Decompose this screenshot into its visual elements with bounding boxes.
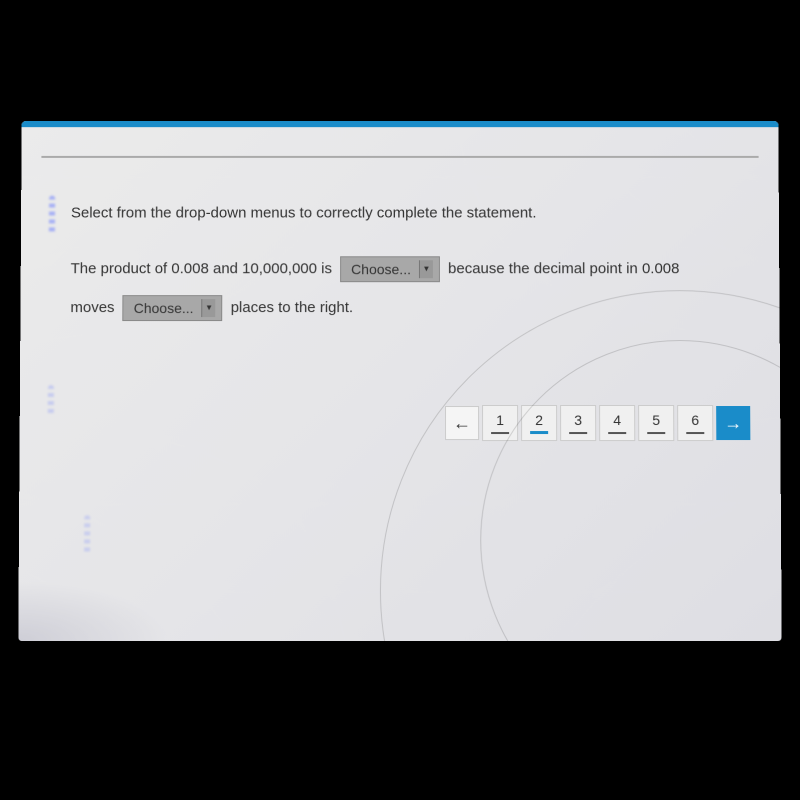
divider-line (41, 156, 758, 158)
dropdown-label: Choose... (134, 290, 194, 326)
top-accent-bar (22, 121, 779, 127)
screen-reflection (48, 385, 54, 415)
dropdown-answer-2[interactable]: Choose... ▼ (123, 295, 223, 321)
statement-part3: moves (70, 299, 114, 316)
screen-reflection (49, 196, 55, 236)
screen-content: Select from the drop-down menus to corre… (18, 121, 781, 641)
screen-glare (18, 581, 169, 641)
screen-reflection (84, 515, 90, 555)
dropdown-answer-1[interactable]: Choose... ▼ (340, 256, 440, 282)
photo-frame: Select from the drop-down menus to corre… (0, 0, 800, 800)
statement-part2: because the decimal point in 0.008 (448, 260, 679, 277)
instruction-text: Select from the drop-down menus to corre… (71, 196, 739, 232)
dropdown-label: Choose... (351, 251, 411, 287)
statement-part4: places to the right. (231, 299, 353, 316)
statement-part1: The product of 0.008 and 10,000,000 is (71, 260, 332, 277)
chevron-down-icon: ▼ (419, 260, 433, 278)
chevron-down-icon: ▼ (202, 299, 216, 317)
